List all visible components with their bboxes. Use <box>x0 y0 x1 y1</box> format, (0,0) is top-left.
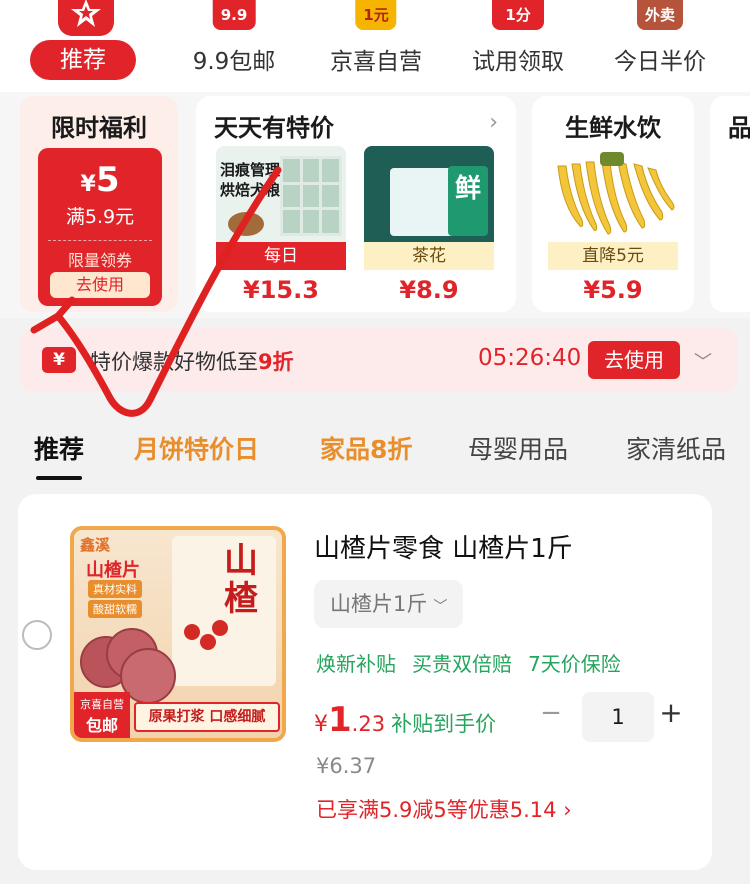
tab-baby[interactable]: 母婴用品 <box>468 430 568 466</box>
category-trial[interactable]: 1分试 试用领取 <box>466 0 570 92</box>
product-title[interactable]: 山楂片零食 山楂片1斤 <box>314 528 573 565</box>
category-recommend[interactable]: 推荐 <box>30 0 136 82</box>
coupon-condition: 满5.9元 <box>65 206 135 228</box>
category-jingxi-self[interactable]: 1元 京喜自营 <box>324 0 428 92</box>
countdown-time: 05:26:40 <box>478 345 582 371</box>
service-tag: 买贵双倍赔 <box>412 652 512 676</box>
coupon-amount: ¥5 <box>80 160 120 200</box>
thumb-feature: 酸甜软糯 <box>88 600 142 618</box>
thumb-free-shipping: 包邮 <box>85 716 118 735</box>
quantity-value[interactable]: 1 <box>582 692 654 742</box>
deal-price: ¥8.9 <box>399 276 459 304</box>
coupon-use-button[interactable]: 去使用 <box>50 272 150 298</box>
category-label: 试用领取 <box>472 49 564 75</box>
daily-deals-title: 天天有特价 <box>214 114 334 142</box>
recommend-label: 推荐 <box>30 40 136 80</box>
category-label: 今日半价 <box>614 49 706 75</box>
price-decimal: .23 <box>351 712 386 736</box>
tab-paper[interactable]: 家清纸品 <box>626 430 726 466</box>
thumb-brand: 鑫溪 <box>80 536 111 554</box>
chevron-down-icon[interactable]: ﹀ <box>694 348 712 374</box>
deal-tag: 每日 <box>216 242 346 270</box>
category-badge: 外卖 <box>636 0 684 30</box>
price-integer: 1 <box>328 700 352 740</box>
deal-tag: 茶花 <box>364 242 494 270</box>
coupon-limit: 限量领券 <box>48 240 152 271</box>
thumb-big-text: 山楂 <box>224 541 258 619</box>
banana-icon <box>557 152 675 235</box>
price-note: 补贴到手价 <box>391 712 497 736</box>
fresh-tile[interactable]: 直降5元 ¥5.9 <box>548 146 678 304</box>
deal-price: ¥15.3 <box>243 276 319 304</box>
category-half-price[interactable]: 外卖 今日半价 <box>608 0 712 92</box>
product-image-text: 鲜 <box>448 166 488 236</box>
category-strip: 推荐 9.9 9.9包邮 1元 京喜自营 1分试 试用领取 外卖 今日半价 <box>0 0 750 92</box>
category-badge: 1元 <box>355 0 397 30</box>
deal-tile[interactable]: 泪痕管理 烘焙犬粮 每日 ¥15.3 <box>216 146 346 304</box>
minus-icon[interactable]: − <box>536 698 566 728</box>
thumb-feature: 真材实料 <box>88 580 142 598</box>
welfare-card[interactable]: 限时福利 ¥5 满5.9元 限量领券 去使用 <box>20 96 178 312</box>
star-icon <box>71 0 101 27</box>
thumb-self-operated: 京喜自营 <box>80 698 124 711</box>
plus-icon[interactable]: + <box>656 696 686 729</box>
category-label: 9.9包邮 <box>192 49 276 75</box>
countdown-text: 特价爆款好物低至9折 <box>90 350 294 374</box>
fresh-title: 生鲜水饮 <box>565 114 661 142</box>
chevron-right-icon[interactable]: › <box>489 110 498 135</box>
quantity-stepper: − 1 + <box>536 692 683 742</box>
yen-icon: ¥ <box>42 347 76 373</box>
star-icon-wrapper <box>58 0 114 36</box>
coupon[interactable]: ¥5 满5.9元 限量领券 去使用 <box>38 148 162 306</box>
product-thumbnail[interactable]: 鑫溪 山楂片 真材实料 酸甜软糯 山楂 京喜自营 包邮 原果打浆 口感细腻 <box>70 526 286 742</box>
discount-info[interactable]: 已享满5.9减5等优惠5.14 › <box>316 794 572 824</box>
service-tag: 焕新补贴 <box>316 652 396 676</box>
edge-card[interactable]: 品 <box>710 96 750 312</box>
fresh-tag: 直降5元 <box>548 242 678 270</box>
promo-row: 限时福利 ¥5 满5.9元 限量领券 去使用 天天有特价 › 泪痕管理 烘焙犬粮… <box>0 92 750 318</box>
tab-mooncake[interactable]: 月饼特价日 <box>134 430 259 466</box>
original-price: ¥6.37 <box>316 754 377 778</box>
category-badge: 1分试 <box>492 0 544 54</box>
countdown-use-button[interactable]: 去使用 <box>588 341 680 379</box>
category-badge: 9.9 <box>212 0 256 30</box>
thumb-name: 山楂片 <box>86 560 140 581</box>
category-tabs: 推荐 月饼特价日 家品8折 母婴用品 家清纸品 <box>0 410 750 490</box>
welfare-title: 限时福利 <box>51 114 147 142</box>
edge-card-title: 品 <box>728 114 750 142</box>
spec-selector[interactable]: 山楂片1斤 ﹀ <box>314 580 464 628</box>
select-radio[interactable] <box>22 620 52 650</box>
tab-home-goods[interactable]: 家品8折 <box>320 430 412 466</box>
banana-image <box>548 146 678 242</box>
fresh-price: ¥5.9 <box>583 276 643 304</box>
fresh-card[interactable]: 生鲜水饮 直降5元 ¥5.9 <box>532 96 694 312</box>
deal-tile[interactable]: 鲜 茶花 ¥8.9 <box>364 146 494 304</box>
category-label: 京喜自营 <box>330 49 422 75</box>
chevron-right-icon: › <box>563 798 572 822</box>
product-image: 泪痕管理 烘焙犬粮 <box>216 146 346 242</box>
tab-recommend[interactable]: 推荐 <box>34 430 84 480</box>
countdown-bar[interactable]: ¥ 特价爆款好物低至9折 05:26:40 去使用 ﹀ <box>20 328 738 392</box>
service-tags: 焕新补贴 买贵双倍赔 7天价保险 <box>316 648 637 677</box>
chevron-down-icon: ﹀ <box>433 599 448 615</box>
price-row: ¥1.23 补贴到手价 <box>314 700 496 744</box>
product-image: 鲜 <box>364 146 494 242</box>
service-tag: 7天价保险 <box>528 652 621 676</box>
cart-product-card: 鑫溪 山楂片 真材实料 酸甜软糯 山楂 京喜自营 包邮 原果打浆 口感细腻 山楂… <box>18 494 712 870</box>
daily-deals-card[interactable]: 天天有特价 › 泪痕管理 烘焙犬粮 每日 ¥15.3 鲜 茶花 ¥8.9 <box>196 96 516 312</box>
category-99-free-shipping[interactable]: 9.9 9.9包邮 <box>186 0 282 92</box>
thumb-slogan: 原果打浆 口感细腻 <box>134 702 280 732</box>
price-currency: ¥ <box>314 712 328 737</box>
